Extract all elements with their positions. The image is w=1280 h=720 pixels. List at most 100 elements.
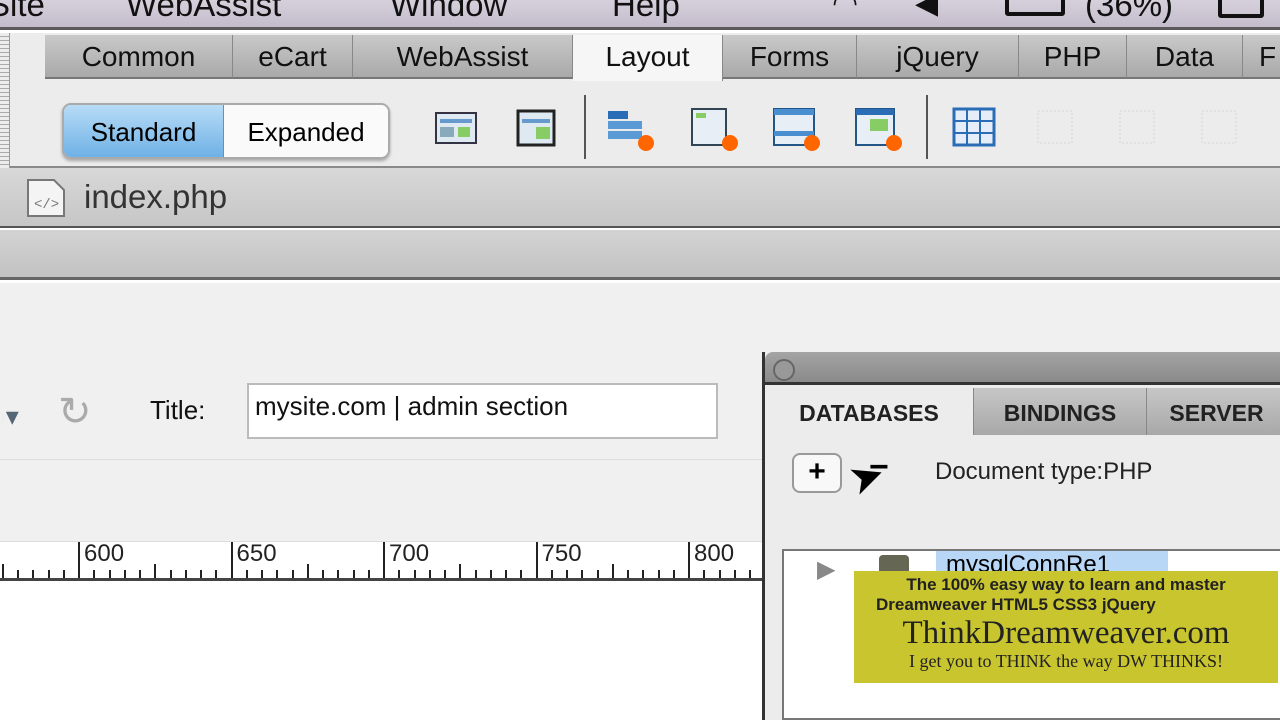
ruler-major-tick bbox=[78, 542, 80, 578]
ruler-minor-tick bbox=[505, 570, 507, 578]
document-tab-index-php[interactable]: index.php bbox=[84, 178, 227, 216]
ruler-minor-tick bbox=[291, 570, 294, 578]
ruler-minor-tick bbox=[62, 570, 65, 578]
ruler-minor-tick bbox=[444, 570, 446, 578]
split-cell-icon bbox=[1116, 105, 1160, 149]
title-input[interactable]: mysite.com | admin section bbox=[247, 383, 718, 439]
ruler-label: 700 bbox=[389, 540, 430, 567]
ruler-minor-tick bbox=[184, 570, 187, 578]
ruler-minor-tick bbox=[108, 570, 111, 578]
volume-icon[interactable]: ◀ bbox=[915, 0, 938, 21]
ruler-minor-tick bbox=[627, 570, 629, 578]
tab-databases[interactable]: DATABASES bbox=[765, 388, 973, 435]
banner-tagline: I get you to THINK the way DW THINKS! bbox=[909, 651, 1223, 671]
wifi-icon[interactable]: ◠ bbox=[832, 0, 858, 21]
document-type-label: Document type:PHP bbox=[935, 458, 1153, 485]
ruler-major-tick bbox=[383, 542, 385, 578]
ruler-minor-tick bbox=[733, 570, 736, 578]
banner-brand: ThinkDreamweaver.com bbox=[902, 615, 1230, 651]
ruler-minor-tick bbox=[154, 564, 157, 578]
insert-ap-div-icon[interactable] bbox=[514, 105, 558, 149]
ruler-minor-tick bbox=[276, 570, 279, 578]
ruler-minor-tick bbox=[596, 570, 599, 578]
spry-tabbed-panels-icon[interactable] bbox=[690, 105, 738, 151]
spry-accordion-icon[interactable] bbox=[772, 105, 820, 151]
tab-webassist[interactable]: WebAssist bbox=[353, 35, 573, 79]
ruler-minor-tick bbox=[428, 570, 431, 578]
ruler-major-tick bbox=[535, 542, 538, 578]
ruler-minor-tick bbox=[398, 570, 401, 578]
menu-site[interactable]: Site bbox=[0, 0, 45, 24]
ruler-minor-tick bbox=[459, 564, 462, 578]
tab-bindings[interactable]: BINDINGS bbox=[973, 388, 1146, 435]
ruler-minor-tick bbox=[306, 564, 309, 578]
document-tab-bar: </> index.php bbox=[0, 168, 1280, 228]
add-connection-button[interactable]: + bbox=[792, 453, 842, 493]
ruler-minor-tick bbox=[413, 570, 416, 578]
ruler-label: 600 bbox=[84, 540, 125, 567]
expand-arrow-icon[interactable]: ▶ bbox=[817, 555, 835, 584]
battery-icon[interactable] bbox=[1005, 0, 1065, 16]
ruler-minor-tick bbox=[566, 570, 568, 578]
ruler-major-tick bbox=[688, 542, 690, 578]
ruler-minor-tick bbox=[581, 570, 584, 578]
menu-window[interactable]: Window bbox=[390, 0, 507, 24]
menu-bar: Site WebAssist Window Help ◠ ◀ (36%) bbox=[0, 0, 1280, 30]
ruler-minor-tick bbox=[337, 570, 340, 578]
tab-server-behaviors[interactable]: SERVER bbox=[1146, 388, 1280, 435]
banner-line1: The 100% easy way to learn and master bbox=[906, 575, 1226, 594]
input-menu-icon[interactable] bbox=[1218, 0, 1264, 18]
ruler-minor-tick bbox=[489, 570, 492, 578]
ruler-minor-tick bbox=[550, 570, 553, 578]
ruler-minor-tick bbox=[322, 570, 324, 578]
toolbar-separator bbox=[926, 95, 928, 159]
close-icon[interactable] bbox=[773, 359, 795, 381]
ruler-minor-tick bbox=[169, 570, 172, 578]
ruler-minor-tick bbox=[749, 570, 751, 578]
ruler-minor-tick bbox=[261, 570, 263, 578]
drag-grip[interactable] bbox=[0, 33, 10, 168]
divider bbox=[0, 459, 762, 460]
ruler-label: 650 bbox=[236, 540, 277, 567]
expanded-mode-button[interactable]: Expanded bbox=[224, 105, 388, 157]
view-mode-toggle: Standard Expanded bbox=[62, 103, 390, 159]
ruler-minor-tick bbox=[200, 570, 202, 578]
ruler-minor-tick bbox=[703, 570, 706, 578]
ruler-minor-tick bbox=[367, 570, 370, 578]
toolbar-separator bbox=[584, 95, 586, 159]
preview-icon[interactable]: ◐▾ bbox=[0, 401, 19, 432]
tab-common[interactable]: Common bbox=[45, 35, 233, 79]
php-file-icon: </> bbox=[22, 178, 68, 218]
tab-data[interactable]: Data bbox=[1127, 35, 1243, 79]
insert-panel: Common eCart WebAssist Layout Forms jQue… bbox=[0, 33, 1280, 168]
ruler-minor-tick bbox=[474, 570, 477, 578]
ruler-minor-tick bbox=[718, 570, 721, 578]
tab-forms[interactable]: Forms bbox=[723, 35, 857, 79]
ruler-minor-tick bbox=[520, 570, 523, 578]
related-files-bar bbox=[0, 230, 1280, 280]
tab-php[interactable]: PHP bbox=[1019, 35, 1127, 79]
banner-line2: Dreamweaver HTML5 CSS3 jQuery bbox=[876, 595, 1156, 614]
insert-div-icon[interactable] bbox=[434, 105, 478, 149]
ruler-minor-tick bbox=[47, 570, 50, 578]
ruler-minor-tick bbox=[245, 570, 248, 578]
tab-layout[interactable]: Layout bbox=[573, 35, 723, 81]
menu-webassist[interactable]: WebAssist bbox=[126, 0, 281, 24]
ruler-minor-tick bbox=[1, 564, 4, 578]
ruler-minor-tick bbox=[17, 570, 19, 578]
tab-jquery[interactable]: jQuery bbox=[857, 35, 1019, 79]
horizontal-ruler: 600 650 700 750 800 bbox=[0, 540, 762, 581]
ruler-minor-tick bbox=[611, 564, 614, 578]
table-icon[interactable] bbox=[952, 105, 996, 149]
ruler-minor-tick bbox=[32, 570, 35, 578]
ruler-minor-tick bbox=[123, 570, 126, 578]
spry-collapsible-panel-icon[interactable] bbox=[854, 105, 902, 151]
refresh-icon[interactable]: ↻ bbox=[58, 389, 92, 435]
standard-mode-button[interactable]: Standard bbox=[64, 105, 225, 157]
tab-ecart[interactable]: eCart bbox=[233, 35, 353, 79]
tab-more[interactable]: F bbox=[1243, 35, 1280, 79]
ruler-major-tick bbox=[230, 542, 233, 578]
menu-help[interactable]: Help bbox=[612, 0, 680, 24]
panel-title-bar[interactable] bbox=[765, 352, 1280, 385]
spry-menu-bar-icon[interactable] bbox=[606, 105, 654, 151]
